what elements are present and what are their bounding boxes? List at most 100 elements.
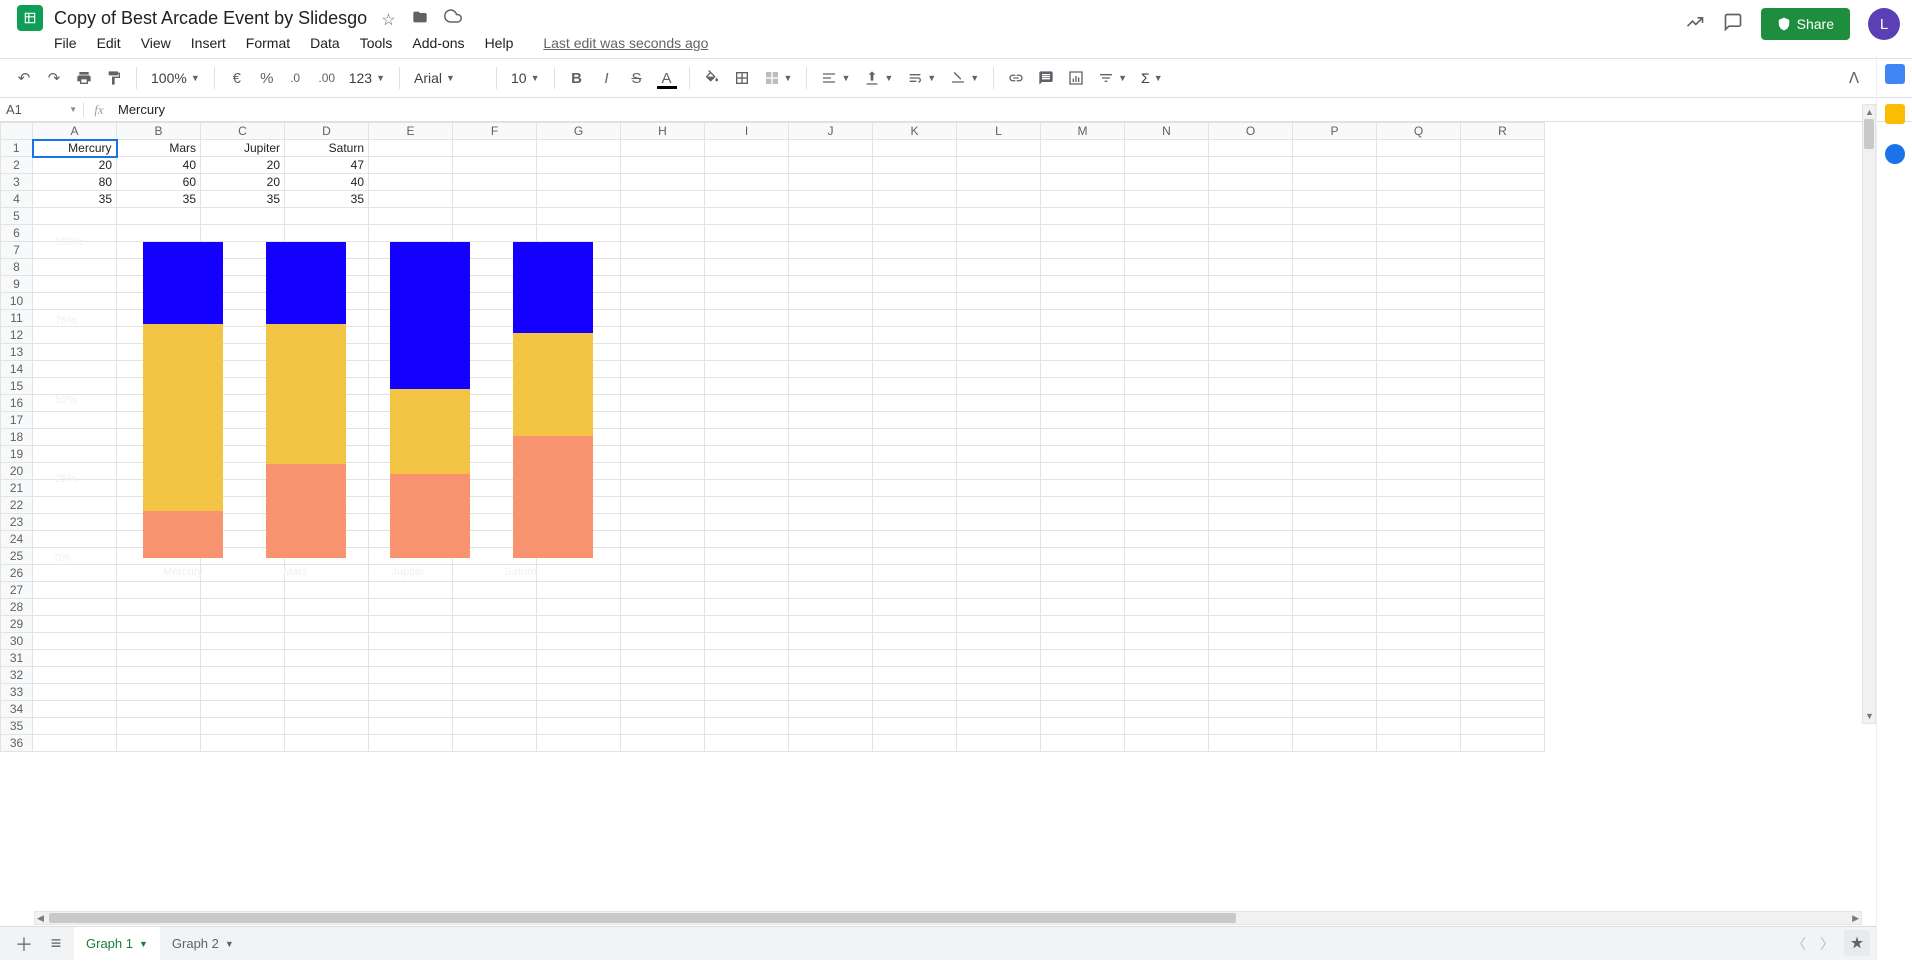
cell[interactable] [705,616,789,633]
cell[interactable] [705,701,789,718]
menu-addons[interactable]: Add-ons [412,35,464,51]
cell[interactable] [33,684,117,701]
cell[interactable] [33,718,117,735]
cell[interactable] [285,667,369,684]
cell[interactable] [621,446,705,463]
name-box[interactable]: A1▼ [0,102,84,117]
cell[interactable] [621,463,705,480]
cell[interactable] [1209,718,1293,735]
cell[interactable] [1041,616,1125,633]
cell[interactable] [621,735,705,752]
cell[interactable] [1209,208,1293,225]
cell[interactable] [1461,684,1545,701]
cell[interactable]: 80 [33,174,117,191]
cell[interactable] [873,174,957,191]
cell[interactable] [789,293,873,310]
cell[interactable] [621,701,705,718]
cell[interactable] [705,480,789,497]
currency-euro-button[interactable]: € [223,64,251,92]
cell[interactable] [873,276,957,293]
cell[interactable] [201,735,285,752]
cell[interactable] [957,497,1041,514]
cell[interactable] [1209,667,1293,684]
cell[interactable] [201,633,285,650]
functions-dropdown[interactable]: Σ▼ [1135,64,1169,92]
last-edit-link[interactable]: Last edit was seconds ago [543,35,708,51]
cell[interactable] [789,531,873,548]
cell[interactable] [537,735,621,752]
row-header[interactable]: 22 [1,497,33,514]
cell[interactable] [1293,667,1377,684]
cell[interactable] [369,650,453,667]
cell[interactable] [621,191,705,208]
cell[interactable] [621,480,705,497]
cell[interactable] [285,701,369,718]
cell[interactable] [1461,174,1545,191]
cell[interactable] [1209,650,1293,667]
cell[interactable] [1125,582,1209,599]
menu-format[interactable]: Format [246,35,290,51]
cell[interactable] [957,599,1041,616]
cell[interactable]: 20 [201,174,285,191]
cell[interactable] [621,378,705,395]
cell[interactable] [1041,599,1125,616]
cell[interactable] [621,616,705,633]
more-formats-dropdown[interactable]: 123▼ [343,64,391,92]
cell[interactable] [705,463,789,480]
cell[interactable] [1461,718,1545,735]
cell[interactable] [285,616,369,633]
cell[interactable] [705,735,789,752]
cell[interactable] [705,191,789,208]
cell[interactable] [1209,701,1293,718]
cell[interactable] [1461,191,1545,208]
cell[interactable] [873,327,957,344]
move-icon[interactable] [412,9,428,25]
cell[interactable] [621,344,705,361]
row-header[interactable]: 11 [1,310,33,327]
cell[interactable] [1125,327,1209,344]
cell[interactable] [789,667,873,684]
cell[interactable] [789,310,873,327]
row-header[interactable]: 18 [1,429,33,446]
cell[interactable] [1125,701,1209,718]
cell[interactable] [1041,633,1125,650]
cell[interactable] [537,701,621,718]
cell[interactable] [957,701,1041,718]
cell[interactable]: 35 [285,191,369,208]
cell[interactable] [1377,599,1461,616]
cell[interactable] [789,633,873,650]
cell[interactable] [1293,259,1377,276]
cell[interactable] [1293,616,1377,633]
cell[interactable] [1209,582,1293,599]
cell[interactable] [1041,531,1125,548]
cell[interactable] [285,718,369,735]
cell[interactable] [789,344,873,361]
cell[interactable] [1125,412,1209,429]
cell[interactable] [1377,582,1461,599]
cell[interactable] [369,208,453,225]
cell[interactable] [369,701,453,718]
cell[interactable] [1041,497,1125,514]
cell[interactable] [1293,174,1377,191]
cell[interactable] [705,174,789,191]
cell[interactable] [1041,157,1125,174]
cell[interactable] [1125,633,1209,650]
cell[interactable] [1209,276,1293,293]
cell[interactable] [1041,378,1125,395]
cell[interactable] [1461,565,1545,582]
cell[interactable] [1125,514,1209,531]
column-header[interactable]: A [33,123,117,140]
cell[interactable] [873,395,957,412]
cell[interactable] [369,140,453,157]
cell[interactable] [1461,667,1545,684]
row-header[interactable]: 27 [1,582,33,599]
cell[interactable] [789,718,873,735]
cell[interactable] [873,718,957,735]
cell[interactable] [1461,446,1545,463]
cell[interactable] [957,531,1041,548]
cell[interactable] [1377,718,1461,735]
row-header[interactable]: 15 [1,378,33,395]
undo-button[interactable]: ↶ [10,64,38,92]
cell[interactable] [789,582,873,599]
cell[interactable] [1125,361,1209,378]
